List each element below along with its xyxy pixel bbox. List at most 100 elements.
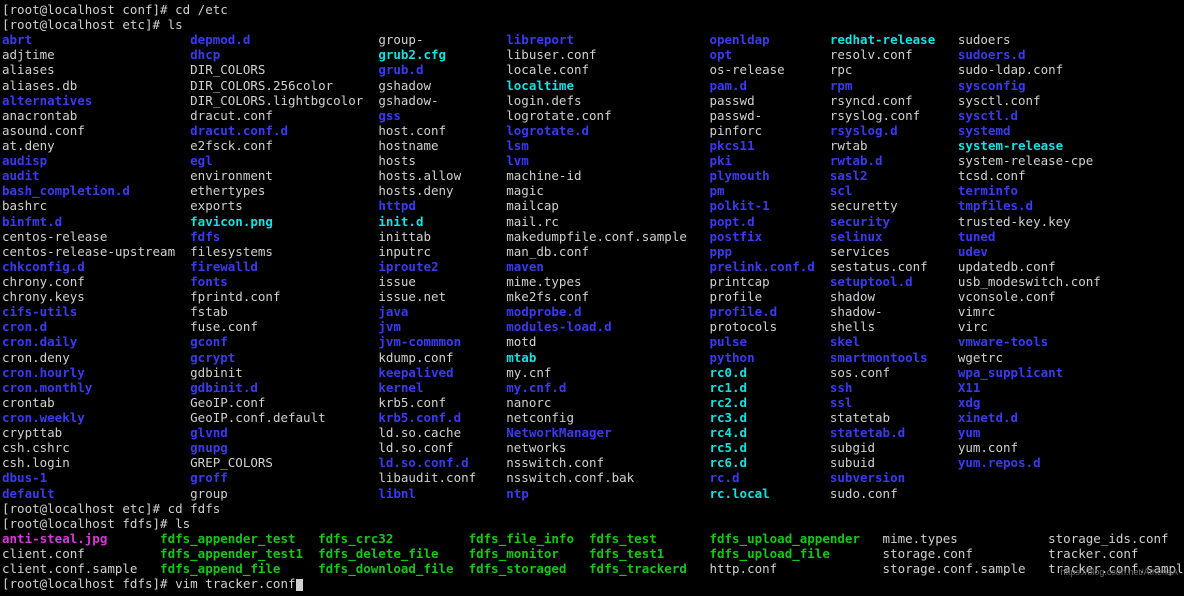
file-entry: audit: [2, 168, 191, 184]
file-entry: fdfs_crc32: [318, 530, 469, 546]
file-entry: groff: [190, 470, 379, 486]
file-entry: GREP_COLORS: [190, 455, 379, 471]
fdfs-directory-listing: anti-steal.jpg fdfs_appender_test fdfs_c…: [2, 531, 1184, 576]
file-entry: nsswitch.conf: [506, 455, 710, 471]
file-entry: filesystems: [190, 243, 379, 259]
file-entry: gss: [378, 107, 507, 123]
prompt-line-3: [root@localhost etc]# cd fdfs: [2, 500, 221, 516]
file-entry: GeoIP.conf: [190, 394, 379, 410]
listing-row: cron.daily gconf jvm-commmon motd pulse …: [2, 334, 1184, 349]
file-entry: sos.conf: [829, 364, 958, 380]
file-entry: issue.net: [378, 289, 507, 305]
file-entry: cron.deny: [2, 349, 191, 365]
file-entry: tracker.conf: [1048, 545, 1139, 561]
file-entry: prelink.conf.d: [709, 258, 830, 274]
file-entry: plymouth: [709, 168, 830, 184]
file-entry: DIR_COLORS.lightbgcolor: [190, 92, 379, 108]
listing-row: cron.d fuse.conf jvm modules-load.d prot…: [2, 319, 1184, 334]
file-entry: cron.hourly: [2, 364, 191, 380]
file-entry: NetworkManager: [506, 425, 710, 441]
file-entry: smartmontools: [829, 349, 958, 365]
listing-row: anacrontab dracut.conf gss logrotate.con…: [2, 108, 1184, 123]
file-entry: aliases.db: [2, 77, 191, 93]
file-entry: machine-id: [506, 168, 710, 184]
file-entry: alternatives: [2, 92, 191, 108]
file-entry: subgid: [829, 440, 958, 456]
file-entry: csh.login: [2, 455, 191, 471]
file-entry: inputrc: [378, 243, 507, 259]
file-entry: fdfs_test1: [589, 545, 710, 561]
file-entry: binfmt.d: [2, 213, 191, 229]
file-entry: http.conf: [709, 561, 883, 577]
file-entry: mime.types: [506, 273, 710, 289]
file-entry: inittab: [378, 228, 507, 244]
file-entry: my.cnf.d: [506, 379, 710, 395]
file-entry: pam.d: [709, 77, 830, 93]
file-entry: passwd-: [709, 107, 830, 123]
file-entry: shadow-: [829, 304, 958, 320]
file-entry: cron.d: [2, 319, 191, 335]
file-entry: fdfs_upload_appender: [709, 530, 883, 546]
etc-directory-listing: abrt depmod.d group- libreport openldap …: [2, 32, 1184, 500]
terminal-window[interactable]: [root@localhost conf]# cd /etc [root@loc…: [0, 0, 1184, 596]
file-entry: tmpfiles.d: [957, 198, 1034, 214]
file-entry: trusted-key.key: [957, 213, 1071, 229]
listing-row: client.conf.sample fdfs_append_file fdfs…: [2, 561, 1184, 576]
prompt-line-4: [root@localhost fdfs]# ls: [2, 515, 191, 531]
file-entry: modules-load.d: [506, 319, 710, 335]
listing-row: cron.weekly GeoIP.conf.default krb5.conf…: [2, 410, 1184, 425]
file-entry: storage.conf: [882, 545, 1049, 561]
listing-row: abrt depmod.d group- libreport openldap …: [2, 32, 1184, 47]
file-entry: logrotate.d: [506, 122, 710, 138]
file-entry: hosts.deny: [378, 183, 507, 199]
file-entry: system-release-cpe: [957, 153, 1094, 169]
file-entry: sudo.conf: [829, 485, 958, 501]
prompt-line-5-text: [root@localhost fdfs]# vim tracker.conf: [2, 576, 296, 592]
file-entry: rsyslog.conf: [829, 107, 958, 123]
file-entry: abrt: [2, 32, 191, 48]
file-entry: rc4.d: [709, 425, 830, 441]
listing-row: centos-release-upstream filesystems inpu…: [2, 244, 1184, 259]
file-entry: wgetrc: [957, 349, 1003, 365]
listing-row: cron.monthly gdbinit.d kernel my.cnf.d r…: [2, 380, 1184, 395]
file-entry: xdg: [957, 394, 981, 410]
file-entry: ld.so.conf.d: [378, 455, 507, 471]
file-entry: sysctl.d: [957, 107, 1019, 123]
file-entry: dracut.conf.d: [190, 122, 379, 138]
file-entry: chkconfig.d: [2, 258, 191, 274]
file-entry: fdfs: [190, 228, 379, 244]
file-entry: gdbinit.d: [190, 379, 379, 395]
file-entry: dbus-1: [2, 470, 191, 486]
file-entry: fdfs_download_file: [318, 561, 469, 577]
file-entry: mail.rc: [506, 213, 710, 229]
file-entry: logrotate.conf: [506, 107, 710, 123]
file-entry: nsswitch.conf.bak: [506, 470, 710, 486]
file-entry: udev: [957, 243, 988, 259]
file-entry: bash_completion.d: [2, 183, 191, 199]
file-entry: mke2fs.conf: [506, 289, 710, 305]
file-entry: rc1.d: [709, 379, 830, 395]
file-entry: man_db.conf: [506, 243, 710, 259]
file-entry: httpd: [378, 198, 507, 214]
file-entry: rc5.d: [709, 440, 830, 456]
file-entry: libnl: [378, 485, 507, 501]
listing-row: at.deny e2fsck.conf hostname lsm pkcs11 …: [2, 138, 1184, 153]
file-entry: sestatus.conf: [829, 258, 958, 274]
file-entry: printcap: [709, 273, 830, 289]
file-entry: grub.d: [378, 62, 507, 78]
listing-row: alternatives DIR_COLORS.lightbgcolor gsh…: [2, 93, 1184, 108]
listing-row: audisp egl hosts lvm pki rwtab.d system-…: [2, 153, 1184, 168]
file-entry: at.deny: [2, 137, 191, 153]
listing-row: dbus-1 groff libaudit.conf nsswitch.conf…: [2, 470, 1184, 485]
file-entry: localtime: [506, 77, 710, 93]
listing-row: csh.cshrc gnupg ld.so.conf networks rc5.…: [2, 440, 1184, 455]
prompt-line-5: [root@localhost fdfs]# vim tracker.conf: [2, 576, 1184, 592]
file-entry: anti-steal.jpg: [2, 530, 161, 546]
file-entry: fdfs_delete_file: [318, 545, 469, 561]
file-entry: sysctl.conf: [957, 92, 1041, 108]
file-entry: services: [829, 243, 958, 259]
file-entry: rwtab: [829, 137, 958, 153]
file-entry: centos-release: [2, 228, 191, 244]
file-entry: favicon.png: [190, 213, 379, 229]
file-entry: client.conf.sample: [2, 561, 161, 577]
